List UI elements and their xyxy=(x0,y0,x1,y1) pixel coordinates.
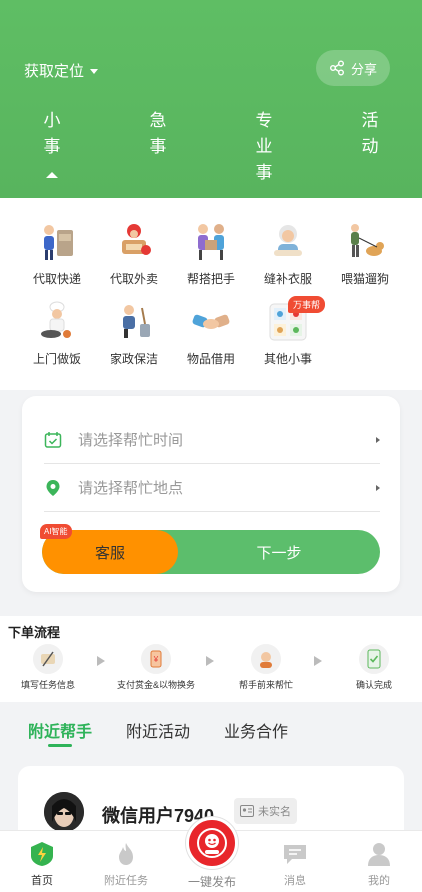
arrow-right-icon xyxy=(97,656,105,666)
service-label: 客服 xyxy=(94,544,125,562)
category-item-help[interactable]: 帮搭把手 xyxy=(172,220,250,287)
food-delivery-icon xyxy=(122,224,151,255)
category-item-sewing[interactable]: 缝补衣服 xyxy=(249,220,327,287)
confirm-icon xyxy=(359,644,389,674)
next-label: 下一步 xyxy=(256,544,302,562)
calendar-icon xyxy=(44,431,62,448)
next-step-button[interactable]: 下一步 xyxy=(178,530,380,574)
payment-icon: ¥ xyxy=(141,644,171,674)
tab-label: 活动 xyxy=(361,111,379,156)
nav-label: 消息 xyxy=(284,875,306,887)
category-item-express[interactable]: 代取快递 xyxy=(18,220,96,287)
tab-professional-tasks[interactable]: 专业事 xyxy=(253,108,275,186)
home-icon xyxy=(31,842,53,866)
process-step: 确认完成 xyxy=(324,644,422,691)
tab-label: 急事 xyxy=(149,111,167,156)
nav-messages[interactable]: 消息 xyxy=(253,841,337,888)
location-selector[interactable]: 获取定位 xyxy=(24,60,99,81)
id-card-icon xyxy=(240,805,254,817)
step-label: 确认完成 xyxy=(355,680,392,690)
publish-icon xyxy=(197,828,227,858)
verification-badge: 未实名 xyxy=(234,798,297,824)
process-title: 下单流程 xyxy=(8,625,61,640)
chevron-right-icon xyxy=(376,484,380,491)
tab-business-cooperation[interactable]: 业务合作 xyxy=(224,718,288,742)
task-form-card: 请选择帮忙时间 请选择帮忙地点 AI智能 下一步 客服 xyxy=(22,396,400,592)
nav-label: 我的 xyxy=(368,875,390,887)
arrow-right-icon xyxy=(314,656,322,666)
tab-label: 专业事 xyxy=(255,111,273,182)
arrow-right-icon xyxy=(206,656,214,666)
active-tab-indicator xyxy=(48,744,72,747)
category-label: 代取外卖 xyxy=(109,272,158,286)
tab-label: 小事 xyxy=(43,111,61,156)
nav-profile[interactable]: 我的 xyxy=(337,841,421,888)
caret-down-icon xyxy=(90,68,99,74)
nav-nearby-tasks[interactable]: 附近任务 xyxy=(84,841,168,888)
tab-nearby-activities[interactable]: 附近活动 xyxy=(126,718,190,742)
sewing-icon xyxy=(274,225,302,256)
location-label: 获取定位 xyxy=(24,63,85,80)
action-buttons: 下一步 客服 xyxy=(42,530,380,574)
share-label: 分享 xyxy=(350,61,377,77)
wanshibang-badge: 万事帮 xyxy=(288,296,326,313)
location-placeholder: 请选择帮忙地点 xyxy=(78,480,184,497)
message-icon xyxy=(284,845,306,864)
share-button[interactable]: 分享 xyxy=(316,50,390,86)
bottom-navigation: 首页 附近任务 一键发布 消息 我的 xyxy=(0,817,422,892)
profile-icon xyxy=(368,843,390,866)
time-picker-row[interactable]: 请选择帮忙时间 xyxy=(44,416,380,464)
verification-status: 未实名 xyxy=(258,806,291,818)
delivery-person-icon xyxy=(44,225,73,260)
ai-smart-tag: AI智能 xyxy=(40,524,72,539)
chef-icon xyxy=(41,301,71,338)
category-label: 代取快递 xyxy=(32,272,81,286)
process-step: ¥ 支付赏金&以物换务 xyxy=(106,644,206,691)
category-label: 其他小事 xyxy=(263,352,312,366)
category-item-pets[interactable]: 喂猫遛狗 xyxy=(326,220,404,287)
location-pin-icon xyxy=(46,479,60,496)
cleaning-icon xyxy=(123,305,150,338)
category-label: 物品借用 xyxy=(186,352,235,366)
category-tabs: 小事 急事 专业事 活动 xyxy=(0,108,422,198)
tab-small-tasks[interactable]: 小事 xyxy=(41,108,63,178)
category-item-borrow[interactable]: 物品借用 xyxy=(172,300,250,367)
time-placeholder: 请选择帮忙时间 xyxy=(78,432,184,449)
category-item-cleaning[interactable]: 家政保洁 xyxy=(95,300,173,367)
tab-nearby-helpers[interactable]: 附近帮手 xyxy=(28,718,92,742)
tab-urgent-tasks[interactable]: 急事 xyxy=(147,108,169,160)
publish-label: 一键发布 xyxy=(187,875,236,889)
avatar xyxy=(44,792,84,832)
step-label: 填写任务信息 xyxy=(20,680,75,690)
step-label: 帮手前来帮忙 xyxy=(238,680,293,690)
fire-icon xyxy=(119,843,133,865)
category-label: 缝补衣服 xyxy=(263,272,312,286)
step-label: 支付赏金&以物换务 xyxy=(116,680,195,690)
helping-hand-icon xyxy=(198,224,224,260)
nav-home[interactable]: 首页 xyxy=(0,841,84,888)
category-label: 喂猫遛狗 xyxy=(340,272,389,286)
category-item-takeout[interactable]: 代取外卖 xyxy=(95,220,173,287)
handshake-icon xyxy=(192,314,230,329)
publish-button[interactable] xyxy=(186,817,238,869)
process-step: 填写任务信息 xyxy=(0,644,98,691)
nav-label: 首页 xyxy=(31,875,53,887)
category-label: 家政保洁 xyxy=(109,352,158,366)
fill-form-icon xyxy=(33,644,63,674)
nav-label: 附近任务 xyxy=(104,875,148,887)
order-process: 下单流程 填写任务信息 ¥ 支付赏金&以物换务 帮手前来帮忙 确认完成 xyxy=(0,616,422,702)
header: 获取定位 分享 小事 急事 专业事 活动 xyxy=(0,0,422,198)
chevron-right-icon xyxy=(376,436,380,443)
dog-walking-icon xyxy=(351,224,384,257)
category-label: 帮搭把手 xyxy=(186,272,235,286)
tab-activities[interactable]: 活动 xyxy=(359,108,381,160)
category-item-cooking[interactable]: 上门做饭 xyxy=(18,300,96,367)
svg-text:¥: ¥ xyxy=(153,655,159,664)
category-label: 上门做饭 xyxy=(32,352,81,366)
location-picker-row[interactable]: 请选择帮忙地点 xyxy=(44,464,380,512)
share-icon xyxy=(329,60,344,76)
process-step: 帮手前来帮忙 xyxy=(216,644,316,691)
helper-icon xyxy=(251,644,281,674)
